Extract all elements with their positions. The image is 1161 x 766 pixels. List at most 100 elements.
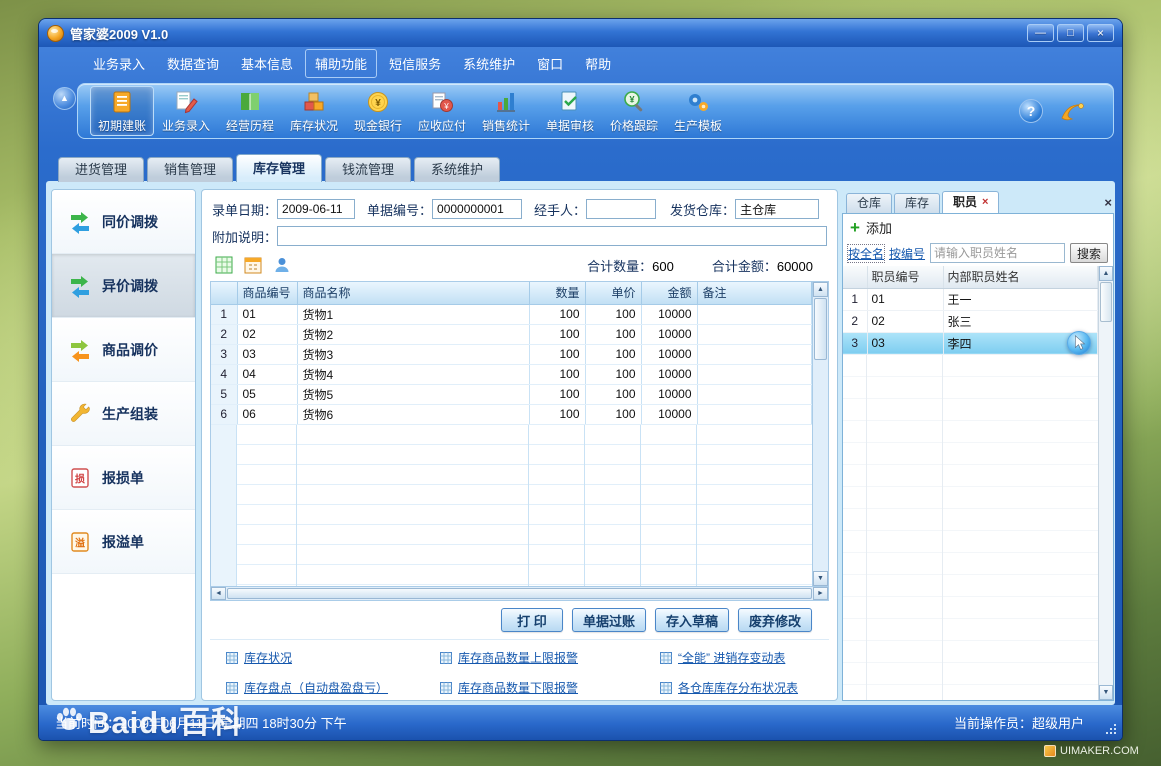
toolbar-receivables-payables[interactable]: ¥ 应收应付: [410, 86, 474, 136]
scrollbar-thumb[interactable]: [1100, 282, 1112, 322]
menu-sms-service[interactable]: 短信服务: [379, 49, 451, 78]
help-icon[interactable]: ?: [1019, 99, 1043, 123]
col-qty[interactable]: 数量: [529, 282, 585, 304]
sidebar-item-same-price-transfer[interactable]: 同价调拨: [52, 190, 195, 254]
col-price[interactable]: 单价: [585, 282, 641, 304]
toolbar-production-template[interactable]: 生产模板: [666, 86, 730, 136]
staff-row-selected[interactable]: 3 03 李四: [843, 332, 1098, 354]
menu-system-maint[interactable]: 系统维护: [453, 49, 525, 78]
bar-chart-icon: [493, 89, 519, 115]
toolbar-sales-stats[interactable]: 销售统计: [474, 86, 538, 136]
app-window: 管家婆2009 V1.0 — □ × 业务录入 数据查询 基本信息 辅助功能 短…: [38, 18, 1123, 741]
link-inventory-status[interactable]: 库存状况: [226, 649, 440, 666]
panel-close-icon[interactable]: ×: [1104, 196, 1112, 209]
col-staff-name[interactable]: 内部职员姓名: [943, 266, 1098, 288]
maximize-button[interactable]: □: [1057, 24, 1084, 42]
search-button[interactable]: 搜索: [1070, 243, 1108, 263]
menu-basic-info[interactable]: 基本信息: [231, 49, 303, 78]
staff-row[interactable]: 2 02 张三: [843, 310, 1098, 332]
menu-auxiliary[interactable]: 辅助功能: [305, 49, 377, 78]
scroll-left-button[interactable]: ◄: [211, 587, 226, 600]
warehouse-input[interactable]: [735, 199, 819, 219]
menu-business-entry[interactable]: 业务录入: [83, 49, 155, 78]
brand-swoosh-icon[interactable]: [1059, 99, 1087, 123]
grid-row[interactable]: 606货物610010010000: [211, 404, 812, 424]
save-draft-button[interactable]: 存入草稿: [655, 608, 729, 632]
calendar-icon[interactable]: [243, 255, 263, 275]
grid-row[interactable]: 505货物510010010000: [211, 384, 812, 404]
vertical-scrollbar[interactable]: ▲ ▼: [812, 282, 828, 586]
scroll-up-button[interactable]: ▲: [813, 282, 828, 297]
sidebar-item-assembly[interactable]: 生产组装: [52, 382, 195, 446]
tab-sales[interactable]: 销售管理: [147, 157, 233, 182]
add-label[interactable]: 添加: [866, 218, 892, 237]
resize-grip[interactable]: [1105, 723, 1117, 735]
sidebar-item-price-adjust[interactable]: 商品调价: [52, 318, 195, 382]
menu-data-query[interactable]: 数据查询: [157, 49, 229, 78]
toolbar-business-history[interactable]: 经营历程: [218, 86, 282, 136]
date-input[interactable]: [277, 199, 355, 219]
document-check-icon: [557, 89, 583, 115]
toolbar-initial-accounts[interactable]: 初期建账: [90, 86, 154, 136]
grid-row[interactable]: 404货物410010010000: [211, 364, 812, 384]
grid-row[interactable]: 303货物310010010000: [211, 344, 812, 364]
tab-cashflow[interactable]: 钱流管理: [325, 157, 411, 182]
scroll-right-button[interactable]: ►: [813, 587, 828, 600]
staff-row[interactable]: 1 01 王一: [843, 288, 1098, 310]
close-button[interactable]: ×: [1087, 24, 1114, 42]
link-upper-limit-alert[interactable]: 库存商品数量上限报警: [440, 649, 660, 666]
sheet-icon[interactable]: [214, 255, 234, 275]
scrollbar-thumb[interactable]: [227, 588, 812, 599]
toolbar-collapse-button[interactable]: ▲: [53, 87, 76, 110]
sidebar-label: 报损单: [102, 468, 144, 488]
handler-input[interactable]: [586, 199, 656, 219]
toolbar-cash-bank[interactable]: ¥ 现金银行: [346, 86, 410, 136]
staff-scrollbar[interactable]: ▲ ▼: [1098, 266, 1113, 700]
tab-warehouse[interactable]: 仓库: [846, 193, 892, 213]
baidu-paw-icon: [52, 703, 86, 737]
toolbar-price-tracking[interactable]: ¥ 价格跟踪: [602, 86, 666, 136]
grid-row[interactable]: 101货物110010010000: [211, 304, 812, 324]
filter-by-fullname[interactable]: 按全名: [848, 245, 884, 262]
scroll-up-button[interactable]: ▲: [1099, 266, 1113, 281]
discard-changes-button[interactable]: 废弃修改: [738, 608, 812, 632]
filter-by-code[interactable]: 按编号: [889, 245, 925, 262]
col-amount[interactable]: 金额: [641, 282, 697, 304]
grid-row[interactable]: 202货物210010010000: [211, 324, 812, 344]
add-staff-row[interactable]: + 添加: [843, 214, 1113, 240]
tab-close-icon[interactable]: ×: [982, 193, 988, 212]
sidebar-item-overflow-report[interactable]: 溢 报溢单: [52, 510, 195, 574]
tab-system[interactable]: 系统维护: [414, 157, 500, 182]
link-stocktake[interactable]: 库存盘点（自动盘盈盘亏）: [226, 679, 440, 696]
horizontal-scrollbar[interactable]: ◄ ►: [210, 587, 829, 601]
col-item-code[interactable]: 商品编号: [237, 282, 297, 304]
tab-stock[interactable]: 库存: [894, 193, 940, 213]
tab-inventory[interactable]: 库存管理: [236, 154, 322, 182]
scroll-down-button[interactable]: ▼: [813, 571, 828, 586]
tab-purchase[interactable]: 进货管理: [58, 157, 144, 182]
scrollbar-thumb[interactable]: [814, 298, 827, 360]
minimize-button[interactable]: —: [1027, 24, 1054, 42]
scroll-down-button[interactable]: ▼: [1099, 685, 1113, 700]
person-icon[interactable]: [272, 255, 292, 275]
menu-window[interactable]: 窗口: [527, 49, 573, 78]
link-allround-change-table[interactable]: “全能” 进销存变动表: [660, 649, 829, 666]
sidebar-item-loss-report[interactable]: 损 报损单: [52, 446, 195, 510]
add-plus-icon[interactable]: +: [850, 219, 860, 236]
menu-help[interactable]: 帮助: [575, 49, 621, 78]
sidebar-item-diff-price-transfer[interactable]: 异价调拨: [52, 254, 195, 318]
toolbar-doc-audit[interactable]: 单据审核: [538, 86, 602, 136]
toolbar-inventory-status[interactable]: 库存状况: [282, 86, 346, 136]
doc-number-input[interactable]: [432, 199, 522, 219]
tab-staff[interactable]: 职员×: [942, 191, 999, 213]
col-item-name[interactable]: 商品名称: [297, 282, 529, 304]
col-staff-code[interactable]: 职员编号: [867, 266, 943, 288]
note-input[interactable]: [277, 226, 827, 246]
print-button[interactable]: 打 印: [501, 608, 563, 632]
col-remark[interactable]: 备注: [697, 282, 812, 304]
post-document-button[interactable]: 单据过账: [572, 608, 646, 632]
toolbar-business-entry[interactable]: 业务录入: [154, 86, 218, 136]
link-warehouse-distribution[interactable]: 各仓库库存分布状况表: [660, 679, 829, 696]
link-lower-limit-alert[interactable]: 库存商品数量下限报警: [440, 679, 660, 696]
staff-search-input[interactable]: [930, 243, 1065, 263]
